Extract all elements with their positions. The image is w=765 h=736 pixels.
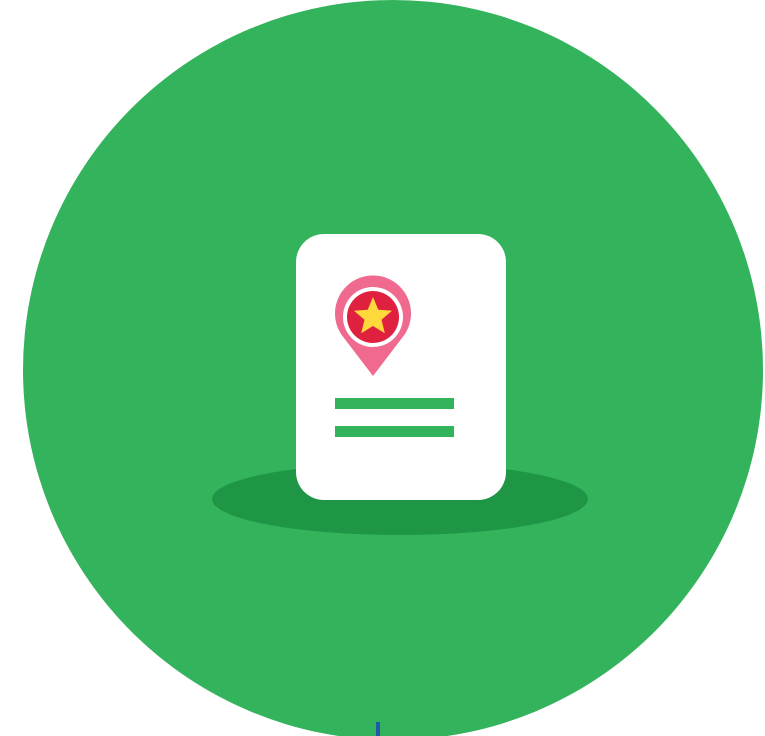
document-line-1 [335, 398, 454, 409]
illustration-svg [23, 0, 763, 736]
illustration-stage [0, 0, 765, 736]
document-icon [296, 234, 506, 500]
bottom-mark [376, 722, 380, 736]
document-card [296, 234, 506, 500]
document-line-2 [335, 426, 454, 437]
